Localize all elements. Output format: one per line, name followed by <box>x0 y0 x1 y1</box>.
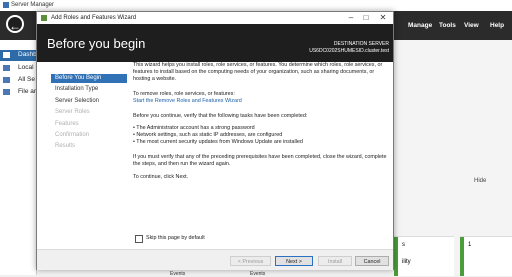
dashboard-icon <box>3 52 10 58</box>
events-label: Events <box>170 271 186 277</box>
step-label: Server Selection <box>55 98 100 104</box>
wizard-titlebar: Add Roles and Features Wizard – □ ✕ <box>37 12 393 24</box>
maximize-icon[interactable]: □ <box>360 13 372 22</box>
add-roles-wizard-dialog: Add Roles and Features Wizard – □ ✕ Befo… <box>36 11 394 270</box>
wizard-content: This wizard helps you install roles, rol… <box>127 62 393 248</box>
back-arrow-icon[interactable]: ← <box>6 15 24 33</box>
status-bar <box>394 237 398 276</box>
page-title: Before you begin <box>47 36 146 51</box>
continue-text: To continue, click Next. <box>133 174 189 180</box>
sidebar-item-label: All Se <box>18 76 35 83</box>
verify-text: Before you continue, verify that the fol… <box>133 113 308 119</box>
step-confirmation: Confirmation <box>51 131 127 140</box>
menu-view[interactable]: View <box>464 22 479 29</box>
prereq-text: The most current security updates from W… <box>136 139 303 145</box>
prereq-list-item: • The most current security updates from… <box>133 139 303 145</box>
server-icon <box>3 65 10 71</box>
step-label: Results <box>55 143 76 149</box>
close-icon[interactable]: ✕ <box>377 13 389 22</box>
wizard-steps-nav: Before You Begin Installation Type Serve… <box>37 62 127 248</box>
step-label: Confirmation <box>55 132 90 138</box>
wizard-app-icon <box>41 15 47 21</box>
step-server-selection[interactable]: Server Selection <box>51 97 127 106</box>
sidebar-item-label: Local <box>18 64 34 71</box>
server-tile[interactable]: 1 <box>460 236 512 276</box>
step-before-you-begin[interactable]: Before You Begin <box>51 74 127 83</box>
intro-text: This wizard helps you install roles, rol… <box>133 62 383 82</box>
step-label: Before You Begin <box>55 75 102 81</box>
server-manager-sidebar: Dashb Local All Se File ar <box>0 40 37 275</box>
skip-page-label: Skip this page by default <box>146 235 205 241</box>
file-storage-icon <box>3 89 10 95</box>
skip-page-checkbox[interactable] <box>135 235 143 243</box>
server-manager-app-icon <box>3 2 9 8</box>
step-server-roles: Server Roles <box>51 108 127 117</box>
tile-subtitle: ility <box>402 259 411 265</box>
sidebar-item-label: Dashb <box>18 51 37 58</box>
cancel-button[interactable]: Cancel <box>355 256 389 266</box>
tile-title: s <box>402 242 405 248</box>
remove-roles-text: To remove roles, role services, or featu… <box>133 91 235 97</box>
destination-server-name: US6DC0202SHUMESID.cluster.test <box>309 48 389 54</box>
wizard-window-title: Add Roles and Features Wizard <box>51 15 137 21</box>
prereq-list-item: • The Administrator account has a strong… <box>133 125 255 131</box>
step-installation-type[interactable]: Installation Type <box>51 85 127 94</box>
sidebar-item-dashboard[interactable]: Dashb <box>0 50 37 61</box>
menu-manage[interactable]: Manage <box>408 22 432 29</box>
minimize-icon[interactable]: – <box>345 13 357 22</box>
prereq-text: Network settings, such as static IP addr… <box>136 132 283 138</box>
step-label: Server Roles <box>55 109 90 115</box>
sidebar-item-local-server[interactable]: Local <box>0 63 36 74</box>
status-bar <box>460 237 464 276</box>
next-button[interactable]: Next > <box>275 256 313 266</box>
step-label: Features <box>55 121 79 127</box>
menu-help[interactable]: Help <box>490 22 504 29</box>
wizard-header: Before you begin DESTINATION SERVER US6D… <box>37 24 393 62</box>
install-button[interactable]: Install <box>318 256 352 266</box>
step-results: Results <box>51 142 127 151</box>
destination-server-label: DESTINATION SERVER <box>333 41 389 47</box>
remove-roles-link[interactable]: Start the Remove Roles and Features Wiza… <box>133 98 387 105</box>
prereq-note: If you must verify that any of the prece… <box>133 154 387 167</box>
server-manager-title: Server Manager <box>11 2 55 8</box>
menu-tools[interactable]: Tools <box>439 22 456 29</box>
step-features: Features <box>51 120 127 129</box>
roles-tile[interactable]: s ility <box>394 236 454 276</box>
previous-button[interactable]: < Previous <box>230 256 271 266</box>
step-label: Installation Type <box>55 86 99 92</box>
sidebar-item-label: File ar <box>18 88 37 95</box>
prereq-text: The Administrator account has a strong p… <box>136 125 255 131</box>
hide-link[interactable]: Hide <box>474 178 486 184</box>
sidebar-item-file-storage[interactable]: File ar <box>0 87 36 98</box>
events-label: Events <box>250 271 266 277</box>
wizard-footer: < Previous Next > Install Cancel <box>37 249 393 270</box>
sidebar-item-all-servers[interactable]: All Se <box>0 75 36 86</box>
servers-icon <box>3 77 10 83</box>
prereq-list-item: • Network settings, such as static IP ad… <box>133 132 283 138</box>
tile-count: 1 <box>468 242 472 248</box>
